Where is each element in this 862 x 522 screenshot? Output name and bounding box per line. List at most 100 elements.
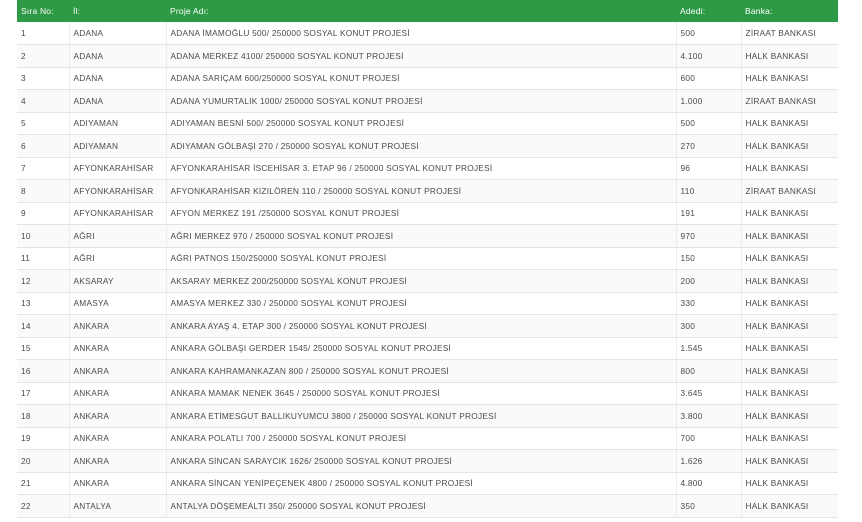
cell-adedi: 330 (676, 292, 742, 315)
header-adedi: Adedi: (680, 6, 706, 16)
cell-banka: ZİRAAT BANKASI (741, 22, 838, 45)
cell-proje-adi: AFYONKARAHİSAR KIZILÖREN 110 / 250000 SO… (166, 179, 677, 203)
cell-adedi: 1.626 (676, 449, 742, 473)
cell-adedi: 3.645 (676, 382, 742, 405)
cell-il: ANKARA (69, 359, 167, 383)
cell-proje-adi: ANKARA ETİMESGUT BALLIKUYUMCU 3800 / 250… (166, 404, 677, 428)
cell-il: AMASYA (69, 292, 167, 315)
table-header: Sıra No: İl: Proje Adı: Adedi: Banka: (17, 0, 838, 22)
cell-banka: HALK BANKASI (741, 427, 838, 450)
cell-adedi: 500 (676, 22, 742, 45)
cell-il: ANKARA (69, 314, 167, 338)
cell-sira-no: 5 (17, 112, 70, 135)
cell-adedi: 800 (676, 359, 742, 383)
projects-table: Sıra No: İl: Proje Adı: Adedi: Banka: 1A… (17, 0, 838, 518)
cell-proje-adi: AĞRI MERKEZ 970 / 250000 SOSYAL KONUT PR… (166, 224, 677, 248)
cell-adedi: 191 (676, 202, 742, 225)
cell-sira-no: 8 (17, 179, 70, 203)
cell-banka: HALK BANKASI (741, 404, 838, 428)
header-proje-adi: Proje Adı: (170, 6, 209, 16)
table-row: 7 AFYONKARAHİSAR AFYONKARAHİSAR İSCEHİSAR … (17, 157, 838, 180)
cell-il: ADANA (69, 89, 167, 113)
cell-adedi: 1.000 (676, 89, 742, 113)
cell-il: ADIYAMAN (69, 134, 167, 158)
cell-sira-no: 12 (17, 269, 70, 293)
cell-sira-no: 14 (17, 314, 70, 338)
cell-adedi: 3.800 (676, 404, 742, 428)
cell-proje-adi: AMASYA MERKEZ 330 / 250000 SOSYAL KONUT … (166, 292, 677, 315)
table-row: 10 AĞRI AĞRI MERKEZ 970 / 250000 SOSYAL KO… (17, 224, 838, 248)
cell-sira-no: 6 (17, 134, 70, 158)
cell-il: ADANA (69, 44, 167, 68)
header-sira-no: Sıra No: (21, 6, 54, 16)
header-row: Sıra No: İl: Proje Adı: Adedi: Banka: (17, 0, 838, 22)
cell-proje-adi: AFYONKARAHİSAR İSCEHİSAR 3. ETAP 96 / 25… (166, 157, 677, 180)
table-row: 3 ADANA ADANA SARIÇAM 600/250000 SOSYAL KO… (17, 67, 838, 90)
cell-il: AKSARAY (69, 269, 167, 293)
table-row: 14 ANKARA ANKARA AYAŞ 4. ETAP 300 / 250000… (17, 314, 838, 338)
cell-proje-adi: ADANA SARIÇAM 600/250000 SOSYAL KONUT PR… (166, 67, 677, 90)
cell-sira-no: 22 (17, 494, 70, 518)
cell-sira-no: 11 (17, 247, 70, 270)
cell-banka: HALK BANKASI (741, 44, 838, 68)
cell-proje-adi: AĞRI PATNOS 150/250000 SOSYAL KONUT PROJ… (166, 247, 677, 270)
cell-banka: HALK BANKASI (741, 224, 838, 248)
cell-proje-adi: ADANA MERKEZ 4100/ 250000 SOSYAL KONUT P… (166, 44, 677, 68)
cell-proje-adi: ANKARA SİNCAN YENİPEÇENEK 4800 / 250000 … (166, 472, 677, 495)
cell-sira-no: 20 (17, 449, 70, 473)
cell-sira-no: 3 (17, 67, 70, 90)
cell-adedi: 96 (676, 157, 742, 180)
cell-proje-adi: ANKARA POLATLI 700 / 250000 SOSYAL KONUT… (166, 427, 677, 450)
cell-proje-adi: ADANA İMAMOĞLU 500/ 250000 SOSYAL KONUT … (166, 22, 677, 45)
cell-adedi: 600 (676, 67, 742, 90)
cell-proje-adi: ADIYAMAN GÖLBAŞI 270 / 250000 SOSYAL KON… (166, 134, 677, 158)
cell-il: AFYONKARAHİSAR (69, 179, 167, 203)
cell-il: AĞRI (69, 247, 167, 270)
cell-il: AĞRI (69, 224, 167, 248)
cell-banka: HALK BANKASI (741, 314, 838, 338)
cell-proje-adi: ADIYAMAN BESNİ 500/ 250000 SOSYAL KONUT … (166, 112, 677, 135)
cell-banka: HALK BANKASI (741, 292, 838, 315)
cell-sira-no: 18 (17, 404, 70, 428)
table-row: 17 ANKARA ANKARA MAMAK NENEK 3645 / 250000… (17, 382, 838, 405)
cell-banka: HALK BANKASI (741, 449, 838, 473)
cell-adedi: 4.800 (676, 472, 742, 495)
table-row: 9 AFYONKARAHİSAR AFYON MERKEZ 191 /250000 … (17, 202, 838, 225)
cell-adedi: 300 (676, 314, 742, 338)
cell-banka: HALK BANKASI (741, 494, 838, 518)
cell-proje-adi: ANTALYA DÖŞEMEALTI 350/ 250000 SOSYAL KO… (166, 494, 677, 518)
cell-il: AFYONKARAHİSAR (69, 202, 167, 225)
cell-proje-adi: ANKARA SİNCAN SARAYCIK 1626/ 250000 SOSY… (166, 449, 677, 473)
cell-sira-no: 9 (17, 202, 70, 225)
cell-proje-adi: ANKARA AYAŞ 4. ETAP 300 / 250000 SOSYAL … (166, 314, 677, 338)
table-row: 6 ADIYAMAN ADIYAMAN GÖLBAŞI 270 / 250000 S… (17, 134, 838, 158)
cell-il: ADANA (69, 67, 167, 90)
cell-banka: HALK BANKASI (741, 134, 838, 158)
table-row: 8 AFYONKARAHİSAR AFYONKARAHİSAR KIZILÖREN … (17, 179, 838, 203)
cell-adedi: 200 (676, 269, 742, 293)
cell-banka: HALK BANKASI (741, 67, 838, 90)
cell-adedi: 110 (676, 179, 742, 203)
table-row: 20 ANKARA ANKARA SİNCAN SARAYCIK 1626/ 250… (17, 449, 838, 473)
cell-adedi: 500 (676, 112, 742, 135)
table-row: 5 ADIYAMAN ADIYAMAN BESNİ 500/ 250000 SOSY… (17, 112, 838, 135)
table-row: 15 ANKARA ANKARA GÖLBAŞI GERDER 1545/ 2500… (17, 337, 838, 360)
table-body: 1 ADANA ADANA İMAMOĞLU 500/ 250000 SOSYAL … (17, 22, 838, 518)
cell-il: ANKARA (69, 427, 167, 450)
cell-il: ANKARA (69, 337, 167, 360)
cell-banka: HALK BANKASI (741, 202, 838, 225)
cell-banka: HALK BANKASI (741, 337, 838, 360)
cell-banka: HALK BANKASI (741, 269, 838, 293)
cell-il: ANKARA (69, 404, 167, 428)
table-row: 2 ADANA ADANA MERKEZ 4100/ 250000 SOSYAL K… (17, 44, 838, 68)
cell-adedi: 1.545 (676, 337, 742, 360)
cell-adedi: 350 (676, 494, 742, 518)
cell-sira-no: 17 (17, 382, 70, 405)
header-il: İl: (73, 6, 81, 16)
cell-banka: ZİRAAT BANKASI (741, 179, 838, 203)
cell-proje-adi: ANKARA KAHRAMANKAZAN 800 / 250000 SOSYAL… (166, 359, 677, 383)
table-row: 18 ANKARA ANKARA ETİMESGUT BALLIKUYUMCU 38… (17, 404, 838, 428)
cell-sira-no: 10 (17, 224, 70, 248)
cell-sira-no: 4 (17, 89, 70, 113)
table-row: 22 ANTALYA ANTALYA DÖŞEMEALTI 350/ 250000 … (17, 494, 838, 518)
